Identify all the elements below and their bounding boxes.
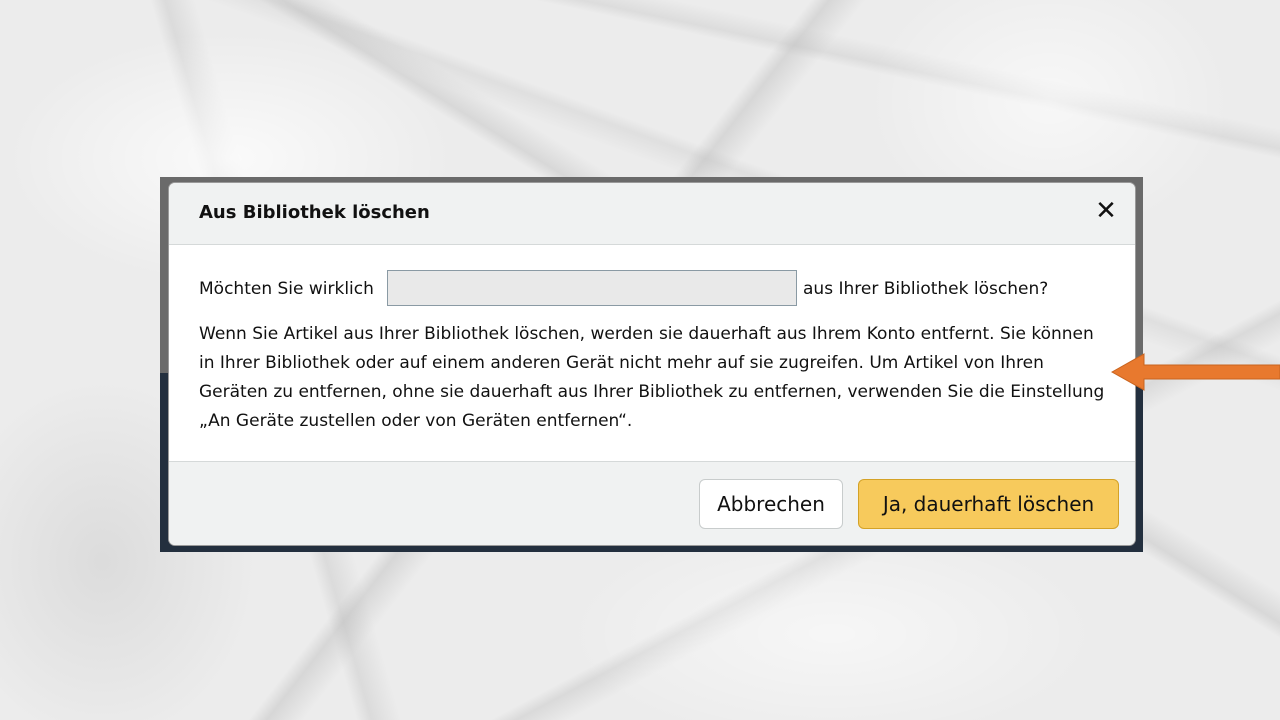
- dialog-footer: Abbrechen Ja, dauerhaft löschen: [169, 461, 1135, 545]
- dialog-header: Aus Bibliothek löschen ✕: [169, 183, 1135, 245]
- cancel-button[interactable]: Abbrechen: [699, 479, 843, 529]
- dialog-title: Aus Bibliothek löschen: [199, 202, 430, 223]
- redacted-title-box: [387, 270, 797, 306]
- question-prefix: Möchten Sie wirklich: [199, 279, 374, 299]
- question-suffix: aus Ihrer Bibliothek löschen?: [803, 279, 1049, 299]
- annotation-arrow: [1110, 353, 1280, 391]
- delete-dialog: Aus Bibliothek löschen ✕ Möchten Sie wir…: [169, 183, 1135, 545]
- close-icon[interactable]: ✕: [1093, 197, 1119, 225]
- confirm-delete-button[interactable]: Ja, dauerhaft löschen: [858, 479, 1119, 529]
- arrow-left-icon: [1110, 353, 1280, 391]
- dialog-description: Wenn Sie Artikel aus Ihrer Bibliothek lö…: [199, 324, 1105, 431]
- delete-question: Möchten Sie wirklich aus Ihrer Bibliothe…: [199, 270, 1119, 306]
